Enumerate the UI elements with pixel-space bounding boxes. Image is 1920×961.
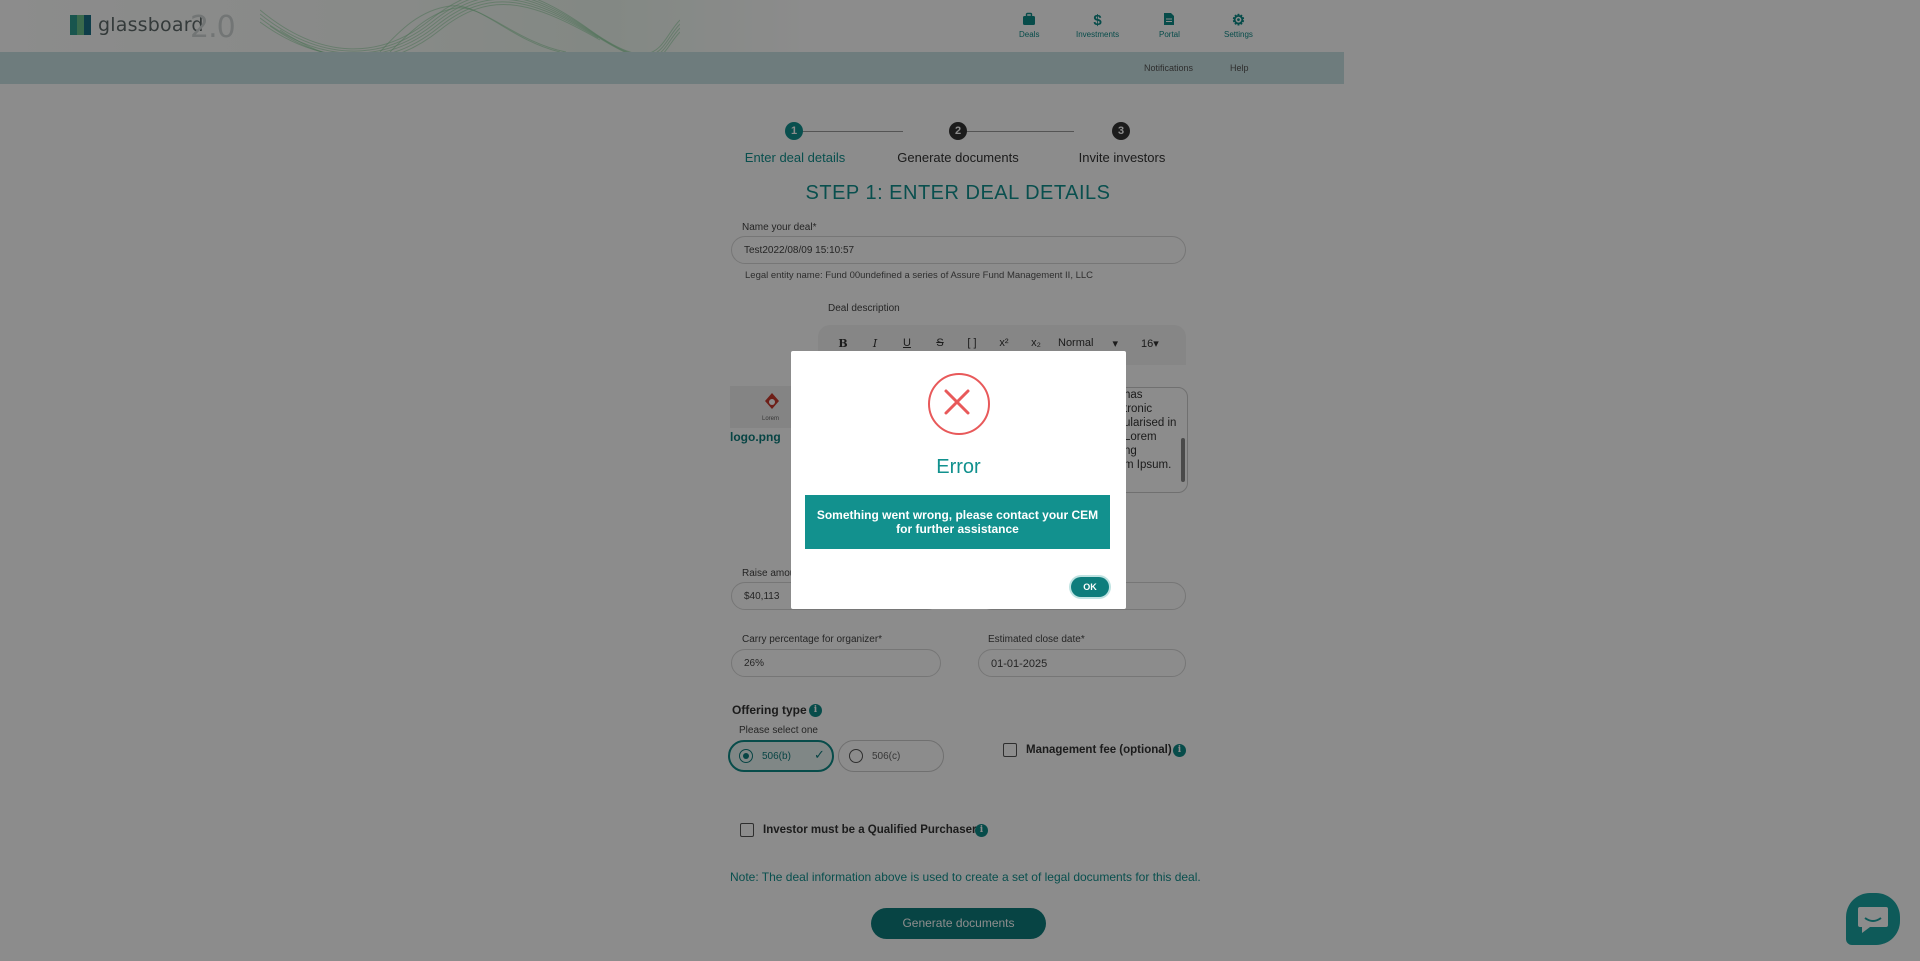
error-dialog: Error Something went wrong, please conta… (791, 351, 1126, 609)
error-message: Something went wrong, please contact you… (805, 495, 1110, 549)
error-title: Error (936, 456, 981, 478)
ok-button[interactable]: OK (1071, 577, 1109, 597)
error-x-icon (928, 373, 990, 435)
error-message-text: Something went wrong, please contact you… (816, 508, 1099, 536)
